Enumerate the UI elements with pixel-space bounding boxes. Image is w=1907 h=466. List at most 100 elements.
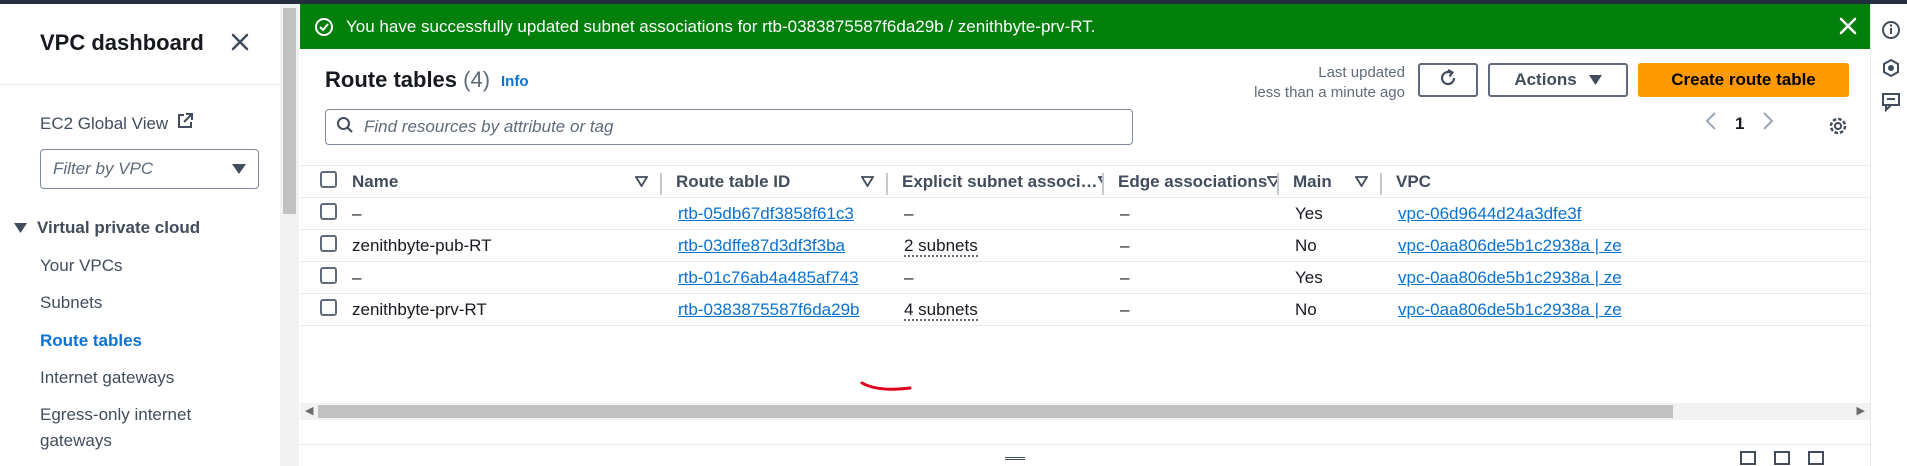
row-select-cell bbox=[300, 229, 352, 262]
page-title-text: Route tables bbox=[325, 67, 458, 92]
column-header-explicit-subnet[interactable]: Explicit subnet associ… bbox=[888, 165, 1104, 198]
sidebar-item-your-vpcs[interactable]: Your VPCs bbox=[40, 253, 123, 279]
last-updated: Last updated less than a minute ago bbox=[1254, 63, 1405, 103]
sidebar-section-label: Virtual private cloud bbox=[37, 218, 201, 237]
route-table-id-link[interactable]: rtb-05db67df3858f61c3 bbox=[678, 204, 854, 223]
success-flashbar: You have successfully updated subnet ass… bbox=[300, 4, 1870, 49]
select-all-cell bbox=[300, 165, 352, 198]
gear-icon[interactable] bbox=[1827, 115, 1849, 142]
row-checkbox[interactable] bbox=[320, 298, 337, 316]
sidebar-item-subnets[interactable]: Subnets bbox=[40, 290, 102, 316]
panel-side-icon[interactable] bbox=[1774, 451, 1790, 465]
route-tables-panel: Route tables (4) Info Last updated less … bbox=[300, 49, 1870, 445]
table-row[interactable]: – rtb-01c76ab4a485af743 – – Yes vpc-0aa8… bbox=[300, 261, 1870, 294]
column-header-label: Edge associations bbox=[1118, 171, 1268, 191]
horizontal-scrollbar-thumb[interactable] bbox=[318, 405, 1673, 418]
close-icon[interactable] bbox=[1838, 16, 1858, 41]
vpc-link[interactable]: vpc-0aa806de5b1c2938a | ze bbox=[1398, 300, 1622, 319]
column-header-vpc[interactable]: VPC bbox=[1382, 165, 1870, 198]
chevron-right-icon[interactable] bbox=[1762, 111, 1774, 136]
scroll-right-icon[interactable]: ▶ bbox=[1857, 404, 1865, 417]
cell-main: Yes bbox=[1279, 261, 1382, 294]
info-link[interactable]: Info bbox=[501, 73, 529, 90]
cell-route-table-id: rtb-05db67df3858f61c3 bbox=[662, 197, 888, 230]
success-icon bbox=[314, 17, 334, 37]
caret-down-icon bbox=[232, 159, 246, 179]
search-field[interactable] bbox=[325, 109, 1133, 145]
close-icon[interactable] bbox=[228, 30, 258, 60]
caret-down-icon bbox=[1588, 70, 1602, 90]
sidebar-title: VPC dashboard bbox=[40, 30, 204, 55]
sidebar-section-vpc[interactable]: Virtual private cloud bbox=[14, 218, 200, 238]
row-select-cell bbox=[300, 261, 352, 294]
sidebar-item-egress-only-internet-gateways[interactable]: Egress-only internet gateways bbox=[40, 402, 240, 454]
column-header-name[interactable]: Name bbox=[352, 165, 662, 198]
caret-down-icon bbox=[14, 218, 27, 238]
external-link-icon bbox=[176, 112, 194, 135]
actions-label: Actions bbox=[1514, 70, 1577, 89]
vpc-filter-select[interactable]: Filter by VPC bbox=[40, 149, 259, 189]
flash-message: You have successfully updated subnet ass… bbox=[346, 16, 1096, 36]
route-table-id-link[interactable]: rtb-0383875587f6da29b bbox=[678, 300, 860, 319]
last-updated-value: less than a minute ago bbox=[1254, 84, 1405, 101]
column-header-main[interactable]: Main bbox=[1279, 165, 1382, 198]
column-header-label: Main bbox=[1293, 171, 1332, 191]
feedback-icon[interactable] bbox=[1881, 92, 1901, 113]
cell-main: Yes bbox=[1279, 197, 1382, 230]
column-header-route-table-id[interactable]: Route table ID bbox=[662, 165, 888, 198]
route-table-id-link[interactable]: rtb-03dffe87d3df3f3ba bbox=[678, 236, 845, 255]
row-checkbox[interactable] bbox=[320, 202, 337, 220]
sidebar-item-route-tables[interactable]: Route tables bbox=[40, 328, 142, 354]
sort-icon bbox=[1354, 172, 1369, 192]
vpc-link[interactable]: vpc-06d9644d24a3dfe3f bbox=[1398, 204, 1581, 223]
row-select-cell bbox=[300, 197, 352, 230]
cell-main: No bbox=[1279, 229, 1382, 262]
sidebar-scrollbar-thumb[interactable] bbox=[283, 8, 296, 214]
last-updated-label: Last updated bbox=[1318, 64, 1405, 81]
row-checkbox[interactable] bbox=[320, 234, 337, 252]
cell-explicit: 2 subnets bbox=[888, 229, 1104, 262]
scroll-left-icon[interactable]: ◀ bbox=[305, 404, 313, 417]
chevron-left-icon[interactable] bbox=[1705, 111, 1717, 136]
cell-edge: – bbox=[1104, 229, 1279, 262]
table-horizontal-scrollbar[interactable]: ◀ ▶ bbox=[300, 403, 1870, 420]
sidebar-item-internet-gateways[interactable]: Internet gateways bbox=[40, 365, 174, 391]
cell-name: – bbox=[352, 197, 662, 230]
main-content: You have successfully updated subnet ass… bbox=[300, 4, 1870, 466]
search-input[interactable] bbox=[364, 117, 1124, 137]
search-icon bbox=[336, 116, 354, 139]
route-tables-table: Name Route table ID Explicit subnet asso… bbox=[300, 165, 1870, 326]
route-table-id-link[interactable]: rtb-01c76ab4a485af743 bbox=[678, 268, 859, 287]
sidebar-scrollbar[interactable] bbox=[280, 4, 299, 466]
table-row[interactable]: – rtb-05db67df3858f61c3 – – Yes vpc-06d9… bbox=[300, 197, 1870, 230]
vpc-link[interactable]: vpc-0aa806de5b1c2938a | ze bbox=[1398, 236, 1622, 255]
split-panel-view-options bbox=[1740, 451, 1824, 465]
table-row[interactable]: zenithbyte-prv-RT rtb-0383875587f6da29b … bbox=[300, 293, 1870, 326]
create-route-table-button[interactable]: Create route table bbox=[1638, 63, 1849, 97]
sidebar: VPC dashboard EC2 Global View Filter by … bbox=[0, 4, 280, 466]
info-icon[interactable] bbox=[1881, 20, 1901, 40]
column-header-edge-associations[interactable]: Edge associations bbox=[1104, 165, 1279, 198]
actions-button[interactable]: Actions bbox=[1488, 63, 1628, 97]
cell-vpc: vpc-0aa806de5b1c2938a | ze bbox=[1382, 261, 1870, 294]
row-checkbox[interactable] bbox=[320, 266, 337, 284]
select-all-checkbox[interactable] bbox=[320, 170, 337, 188]
page-number[interactable]: 1 bbox=[1735, 114, 1744, 134]
shapes-icon[interactable] bbox=[1881, 58, 1901, 78]
subnet-count-popover[interactable]: 2 subnets bbox=[904, 235, 978, 257]
cell-explicit: – bbox=[888, 261, 1104, 294]
sidebar-item-ec2-global-view[interactable]: EC2 Global View bbox=[40, 112, 194, 135]
drag-handle-icon[interactable] bbox=[1005, 457, 1025, 460]
table-row[interactable]: zenithbyte-pub-RT rtb-03dffe87d3df3f3ba … bbox=[300, 229, 1870, 262]
column-header-label: Name bbox=[352, 171, 399, 191]
cell-edge: – bbox=[1104, 261, 1279, 294]
sort-icon bbox=[860, 172, 875, 192]
pagination: 1 bbox=[1705, 111, 1774, 136]
vpc-link[interactable]: vpc-0aa806de5b1c2938a | ze bbox=[1398, 268, 1622, 287]
cell-explicit: – bbox=[888, 197, 1104, 230]
panel-bottom-icon[interactable] bbox=[1740, 451, 1756, 465]
refresh-button[interactable] bbox=[1418, 63, 1478, 97]
panel-full-icon[interactable] bbox=[1808, 451, 1824, 465]
subnet-count-popover[interactable]: 4 subnets bbox=[904, 299, 978, 321]
column-header-label: VPC bbox=[1396, 171, 1431, 191]
